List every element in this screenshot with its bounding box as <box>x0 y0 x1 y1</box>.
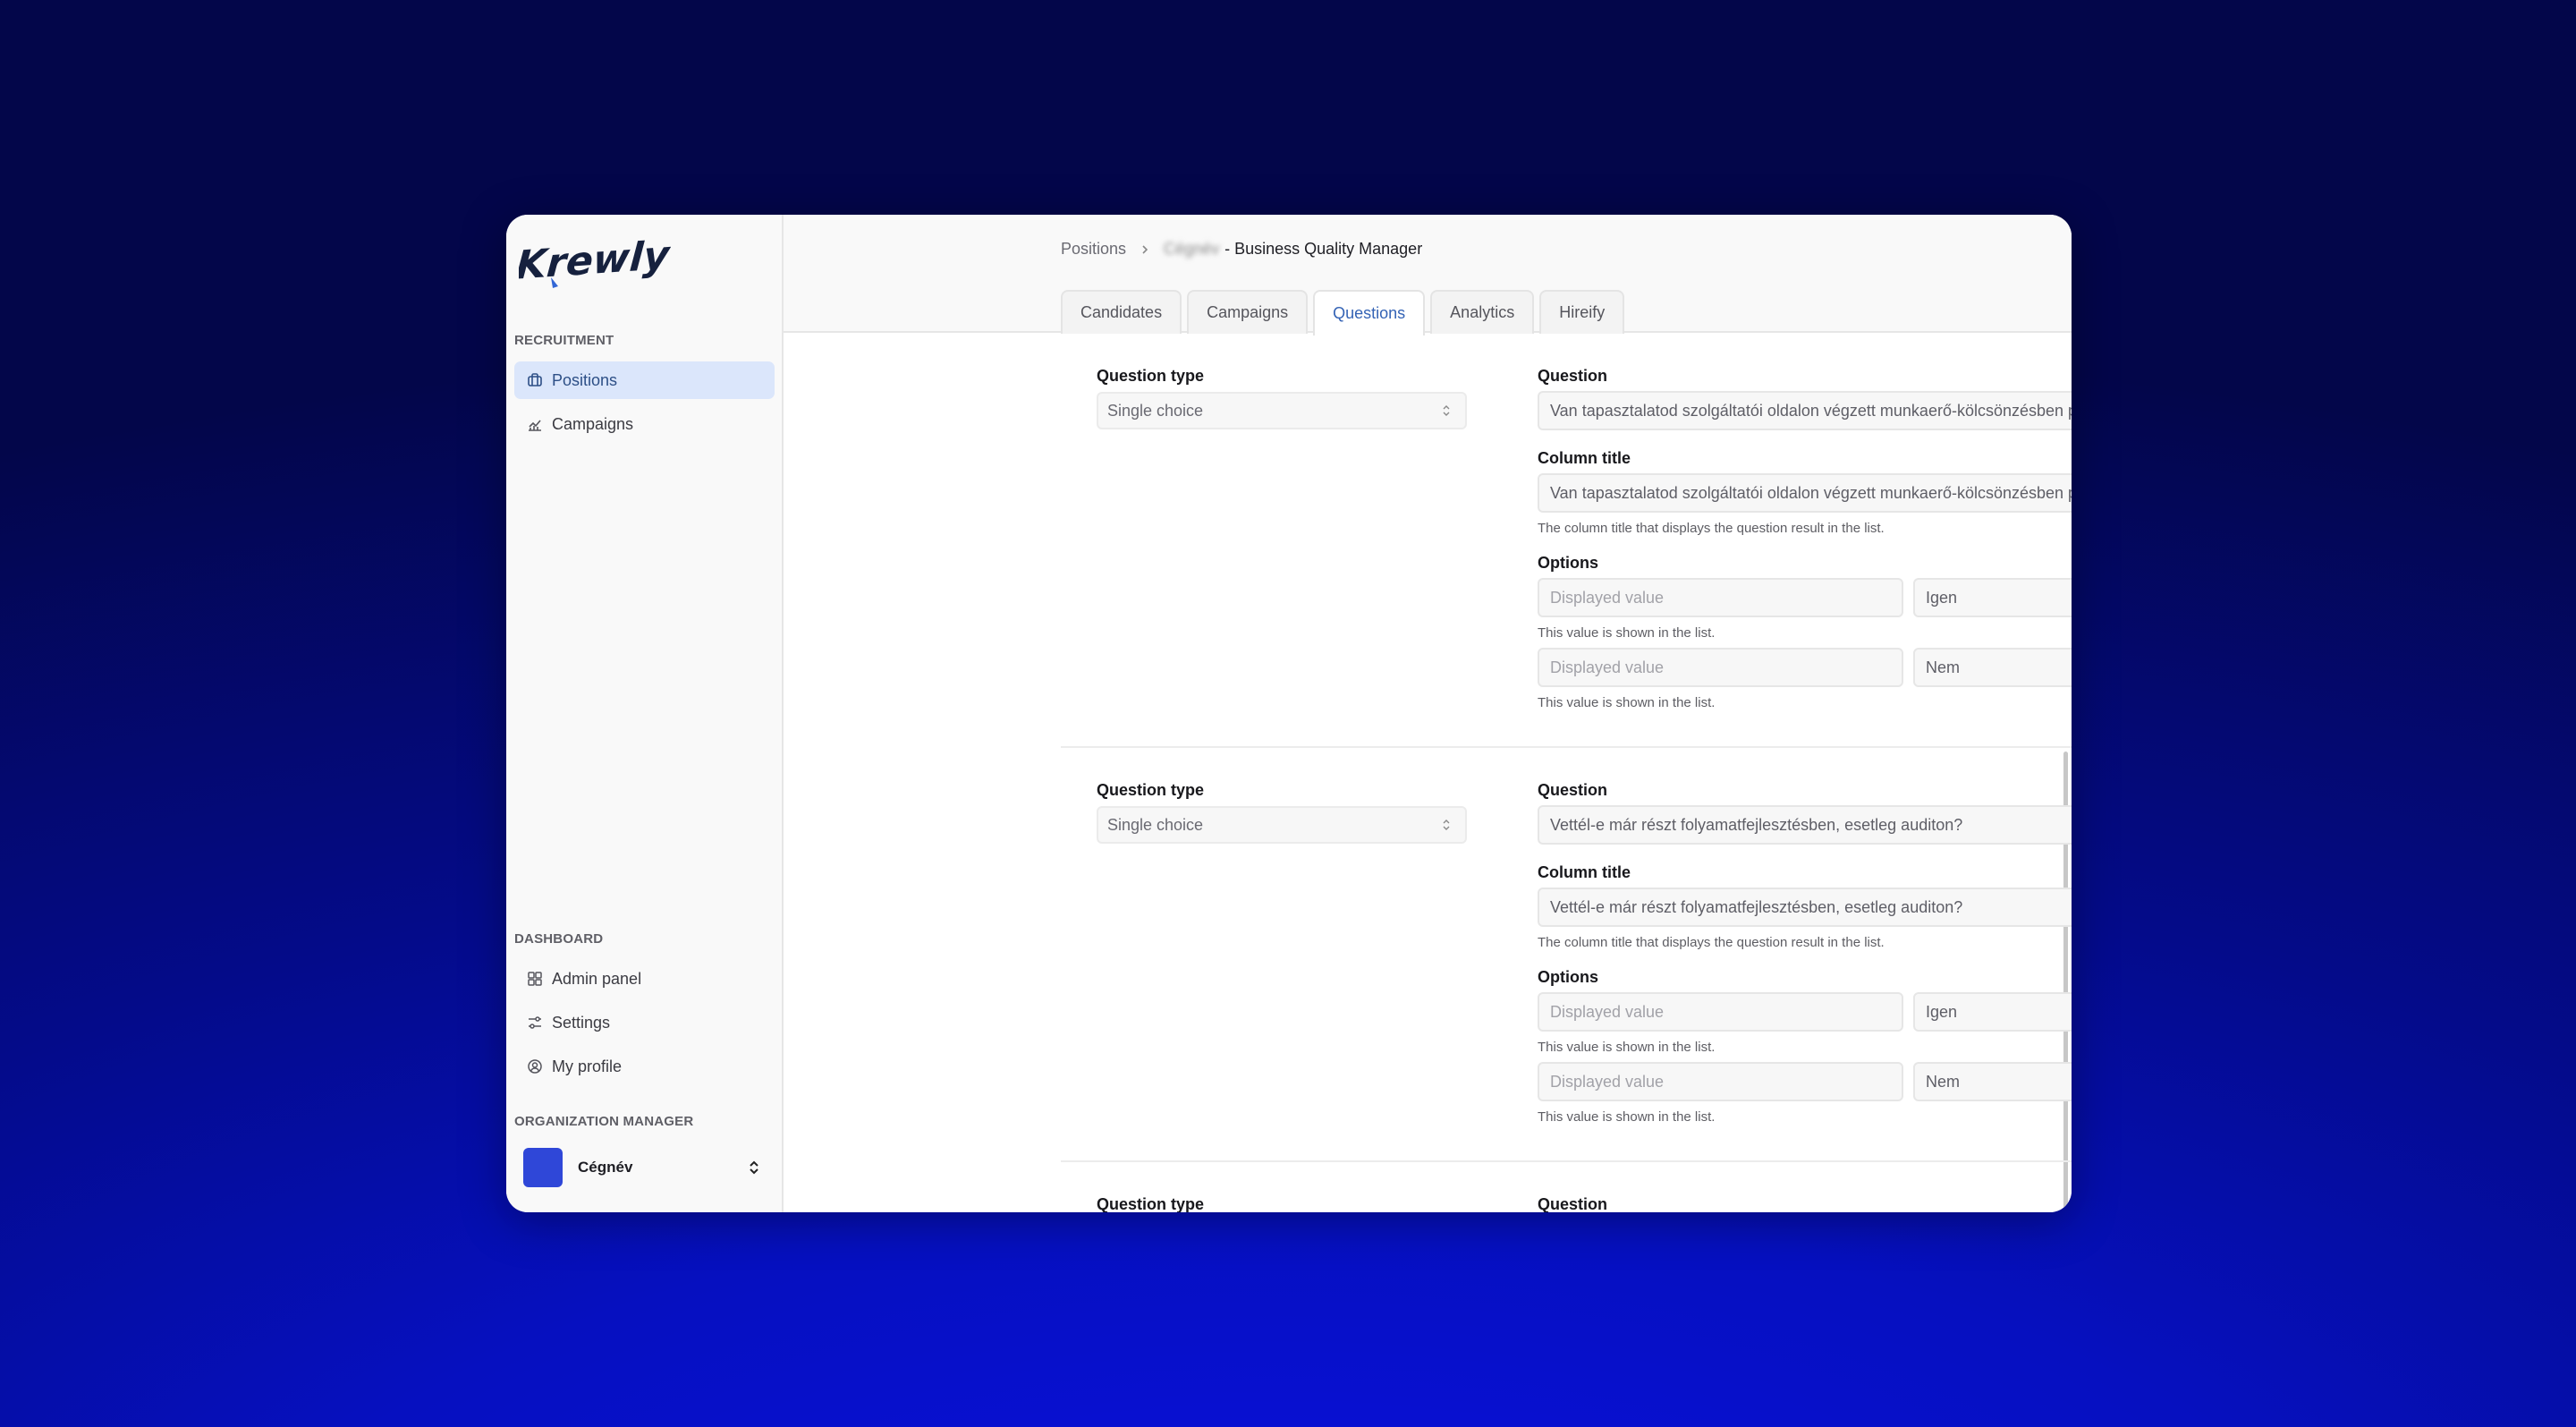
svg-text:Krewly: Krewly <box>519 234 671 289</box>
question-input[interactable]: Van tapasztalatod szolgáltatói oldalon v… <box>1538 391 2072 430</box>
tab-questions[interactable]: Questions <box>1313 290 1426 336</box>
chevron-up-down-icon <box>750 1160 758 1175</box>
sidebar: Krewly RECRUITMENT Positions Campaigns D… <box>506 215 784 1212</box>
displayed-value-input[interactable]: Displayed value <box>1538 992 1903 1032</box>
main-area: Positions Cégnév - Business Quality Mana… <box>784 215 2072 1212</box>
question-label: Question <box>1538 367 1608 385</box>
question-type-label: Question type <box>1097 1195 1205 1212</box>
blurred-company-name: Cégnév <box>1164 240 1220 258</box>
option-help: This value is shown in the list. <box>1538 625 1716 641</box>
displayed-value-input[interactable]: Displayed value <box>1538 578 1903 617</box>
option-value-input[interactable]: Igen <box>1913 578 2072 617</box>
column-title-input[interactable]: Vettél-e már részt folyamatfejlesztésben… <box>1538 888 2072 927</box>
question-input[interactable]: Vettél-e már részt folyamatfejlesztésben… <box>1538 805 2072 845</box>
section-label-organization: ORGANIZATION MANAGER <box>514 1114 694 1129</box>
displayed-value-input[interactable]: Displayed value <box>1538 648 1903 687</box>
column-title-help: The column title that displays the quest… <box>1538 521 1885 536</box>
sidebar-item-campaigns[interactable]: Campaigns <box>514 405 775 443</box>
chevron-up-down-icon <box>1443 820 1450 830</box>
breadcrumb: Positions Cégnév - Business Quality Mana… <box>1061 240 1422 259</box>
question-block: Question type Single choice Question Vet… <box>1061 747 2072 1161</box>
question-type-label: Question type <box>1097 367 1205 385</box>
question-block: Question type Single choice Question Van… <box>1061 333 2072 747</box>
question-label: Question <box>1538 781 1608 799</box>
question-type-label: Question type <box>1097 781 1205 799</box>
position-title: - Business Quality Manager <box>1224 240 1423 258</box>
tab-campaigns[interactable]: Campaigns <box>1187 290 1309 334</box>
displayed-value-input[interactable]: Displayed value <box>1538 1062 1903 1101</box>
sidebar-item-my-profile[interactable]: My profile <box>514 1048 775 1085</box>
section-label-dashboard: DASHBOARD <box>514 931 604 947</box>
question-label: Question <box>1538 1195 1608 1212</box>
column-title-help: The column title that displays the quest… <box>1538 935 1885 950</box>
tab-candidates[interactable]: Candidates <box>1061 290 1182 334</box>
question-type-value: Single choice <box>1107 815 1204 834</box>
briefcase-icon <box>528 373 542 386</box>
option-help: This value is shown in the list. <box>1538 695 1716 710</box>
questions-list: Question type Single choice Question Van… <box>1061 333 2072 1212</box>
option-value-input[interactable]: Nem <box>1913 648 2072 687</box>
organization-switcher[interactable]: Cégnév <box>514 1142 775 1193</box>
breadcrumb-positions-link[interactable]: Positions <box>1061 240 1126 259</box>
sidebar-item-label: Campaigns <box>552 414 634 433</box>
org-name: Cégnév <box>578 1159 633 1176</box>
question-type-select[interactable]: Single choice <box>1097 392 1467 429</box>
chart-line-icon <box>529 420 541 431</box>
sidebar-item-label: Positions <box>552 370 618 389</box>
chevron-up-down-icon <box>1443 405 1450 416</box>
column-title-label: Column title <box>1538 449 1631 467</box>
column-title-input[interactable]: Van tapasztalatod szolgáltatói oldalon v… <box>1538 473 2072 513</box>
user-circle-icon <box>528 1059 542 1074</box>
sidebar-item-label: My profile <box>552 1057 623 1075</box>
krewly-logo: Krewly <box>519 234 671 289</box>
sidebar-item-settings[interactable]: Settings <box>514 1004 775 1041</box>
app-window: Krewly RECRUITMENT Positions Campaigns D… <box>506 215 2072 1212</box>
options-label: Options <box>1538 554 1598 572</box>
sidebar-item-admin-panel[interactable]: Admin panel <box>514 960 775 998</box>
option-value-input[interactable]: Igen <box>1913 992 2072 1032</box>
column-title-label: Column title <box>1538 863 1631 881</box>
breadcrumb-current: Cégnév - Business Quality Manager <box>1164 240 1422 259</box>
tab-hireify[interactable]: Hireify <box>1539 290 1625 334</box>
question-type-value: Single choice <box>1107 401 1204 420</box>
sliders-icon <box>529 1016 541 1029</box>
sidebar-item-label: Settings <box>552 1013 611 1032</box>
option-value-input[interactable]: Nem <box>1913 1062 2072 1101</box>
org-avatar <box>523 1148 563 1187</box>
sidebar-item-positions[interactable]: Positions <box>514 361 775 399</box>
question-block: Question type Question <box>1061 1161 2072 1212</box>
tab-analytics[interactable]: Analytics <box>1430 290 1535 334</box>
section-label-recruitment: RECRUITMENT <box>514 333 614 348</box>
grid-icon <box>528 972 542 986</box>
option-help: This value is shown in the list. <box>1538 1040 1716 1055</box>
option-help: This value is shown in the list. <box>1538 1109 1716 1125</box>
tabs: Candidates Campaigns Questions Analytics… <box>1061 290 1625 336</box>
question-type-select[interactable]: Single choice <box>1097 806 1467 844</box>
chevron-right-icon <box>1142 244 1148 254</box>
options-label: Options <box>1538 968 1598 986</box>
sidebar-item-label: Admin panel <box>552 969 642 988</box>
